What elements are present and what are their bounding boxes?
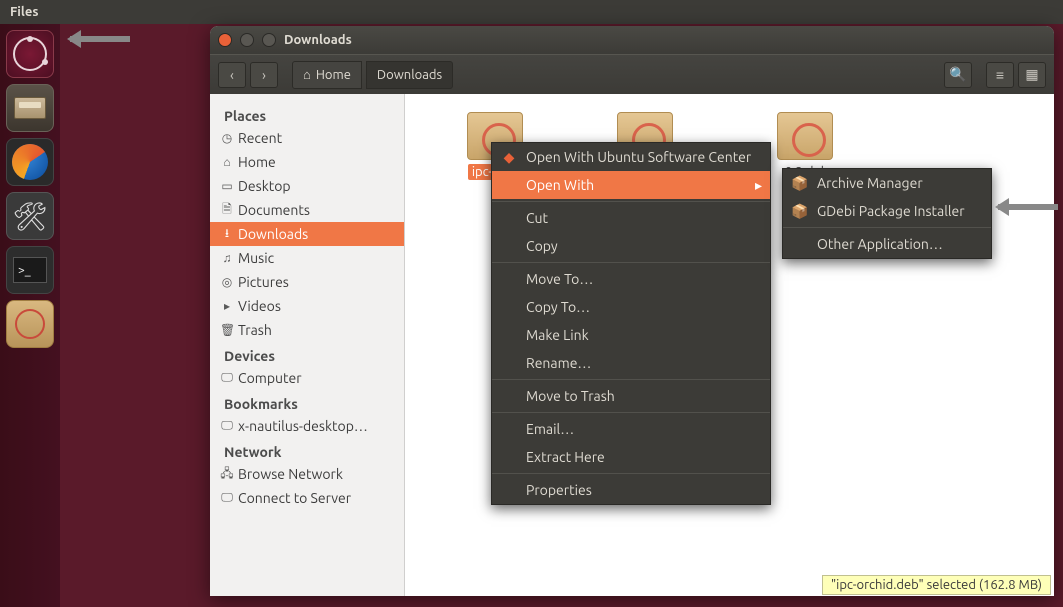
menu-separator <box>492 473 770 474</box>
sidebar-header-devices: Devices <box>210 342 404 366</box>
menu-properties[interactable]: Properties <box>492 476 770 504</box>
sidebar-item-connect-server[interactable]: 🖵Connect to Server <box>210 486 404 510</box>
submenu-other-application[interactable]: Other Application… <box>783 230 991 258</box>
terminal-icon: >_ <box>13 257 47 283</box>
ubuntu-logo-icon <box>13 37 47 71</box>
bookmark-icon: 🖵 <box>220 419 234 433</box>
menu-email[interactable]: Email… <box>492 415 770 443</box>
top-menubar: Files <box>0 0 1063 24</box>
search-button[interactable]: 🔍 <box>944 62 972 88</box>
computer-icon: 🖵 <box>220 371 234 385</box>
debian-swirl-icon <box>15 309 45 339</box>
context-menu[interactable]: ◆Open With Ubuntu Software Center Open W… <box>491 142 771 505</box>
downloads-icon: ⭳ <box>220 224 234 245</box>
menu-copy-to[interactable]: Copy To… <box>492 293 770 321</box>
window-close-button[interactable] <box>218 33 232 47</box>
deb-package-icon <box>777 112 833 160</box>
sidebar-item-videos[interactable]: ▸Videos <box>210 294 404 318</box>
menu-make-link[interactable]: Make Link <box>492 321 770 349</box>
search-icon: 🔍 <box>949 66 966 83</box>
window-maximize-button[interactable] <box>262 33 276 47</box>
nav-back-button[interactable]: ‹ <box>218 62 246 88</box>
submenu-arrow-icon: ▸ <box>755 177 762 194</box>
documents-icon: 🗎 <box>220 200 234 221</box>
sidebar-item-downloads[interactable]: ⭳Downloads <box>210 222 404 246</box>
menu-extract-here[interactable]: Extract Here <box>492 443 770 471</box>
menubar-app-label[interactable]: Files <box>10 5 38 19</box>
sidebar-header-places: Places <box>210 102 404 126</box>
network-icon: 🖧 <box>220 464 234 485</box>
gear-wrench-icon: 🛠 <box>12 200 48 233</box>
dash-button[interactable] <box>6 30 54 78</box>
submenu-archive-manager[interactable]: 📦Archive Manager <box>783 169 991 197</box>
menu-copy[interactable]: Copy <box>492 232 770 260</box>
submenu-gdebi[interactable]: 📦GDebi Package Installer <box>783 197 991 225</box>
sidebar[interactable]: Places ◷Recent ⌂Home ▭Desktop 🗎Documents… <box>210 94 405 596</box>
trash-icon: 🗑 <box>220 323 234 337</box>
menu-separator <box>492 262 770 263</box>
window-title: Downloads <box>284 33 352 47</box>
menu-separator <box>783 227 991 228</box>
status-bar: "ipc-orchid.deb" selected (162.8 MB) <box>822 575 1051 595</box>
menu-separator <box>492 412 770 413</box>
annotation-arrow-gdebi <box>998 204 1058 210</box>
recent-icon: ◷ <box>220 131 234 145</box>
launcher-package[interactable] <box>6 300 54 348</box>
path-home[interactable]: ⌂Home <box>292 61 362 89</box>
open-with-submenu[interactable]: 📦Archive Manager 📦GDebi Package Installe… <box>782 168 992 259</box>
titlebar[interactable]: Downloads <box>210 26 1054 54</box>
software-center-icon: ◆ <box>500 149 518 166</box>
menu-open-with-usc[interactable]: ◆Open With Ubuntu Software Center <box>492 143 770 171</box>
sidebar-item-bookmark[interactable]: 🖵x-nautilus-desktop… <box>210 414 404 438</box>
toolbar: ‹ › ⌂Home Downloads 🔍 ≡ ▦ <box>210 54 1054 94</box>
menu-cut[interactable]: Cut <box>492 204 770 232</box>
menu-separator <box>492 201 770 202</box>
status-text: "ipc-orchid.deb" selected (162.8 MB) <box>831 578 1042 592</box>
window-minimize-button[interactable] <box>240 33 254 47</box>
launcher-files[interactable] <box>6 84 54 132</box>
annotation-arrow-dash <box>70 36 130 42</box>
server-icon: 🖵 <box>220 491 234 505</box>
sidebar-header-bookmarks: Bookmarks <box>210 390 404 414</box>
sidebar-item-pictures[interactable]: ◎Pictures <box>210 270 404 294</box>
menu-move-to-trash[interactable]: Move to Trash <box>492 382 770 410</box>
music-icon: ♫ <box>220 251 234 265</box>
drawer-icon <box>14 97 46 119</box>
sidebar-item-trash[interactable]: 🗑Trash <box>210 318 404 342</box>
home-icon: ⌂ <box>303 67 311 82</box>
firefox-icon <box>12 144 48 180</box>
launcher-firefox[interactable] <box>6 138 54 186</box>
launcher-terminal[interactable]: >_ <box>6 246 54 294</box>
package-icon: 📦 <box>791 203 809 220</box>
view-grid-button[interactable]: ▦ <box>1018 62 1046 88</box>
menu-separator <box>492 379 770 380</box>
sidebar-item-documents[interactable]: 🗎Documents <box>210 198 404 222</box>
view-menu-button[interactable]: ≡ <box>986 62 1014 88</box>
sidebar-item-music[interactable]: ♫Music <box>210 246 404 270</box>
menu-open-with[interactable]: Open With▸ <box>492 171 770 199</box>
sidebar-item-recent[interactable]: ◷Recent <box>210 126 404 150</box>
unity-launcher: 🛠 >_ <box>0 24 60 607</box>
archive-icon: 📦 <box>791 175 809 192</box>
menu-rename[interactable]: Rename… <box>492 349 770 377</box>
sidebar-item-computer[interactable]: 🖵Computer <box>210 366 404 390</box>
sidebar-item-desktop[interactable]: ▭Desktop <box>210 174 404 198</box>
pictures-icon: ◎ <box>220 275 234 289</box>
path-current[interactable]: Downloads <box>366 61 453 89</box>
sidebar-item-home[interactable]: ⌂Home <box>210 150 404 174</box>
sidebar-item-browse-network[interactable]: 🖧Browse Network <box>210 462 404 486</box>
desktop-icon: ▭ <box>220 179 234 193</box>
videos-icon: ▸ <box>220 299 234 313</box>
nav-forward-button[interactable]: › <box>250 62 278 88</box>
sidebar-header-network: Network <box>210 438 404 462</box>
launcher-settings[interactable]: 🛠 <box>6 192 54 240</box>
home-icon: ⌂ <box>220 155 234 169</box>
menu-move-to[interactable]: Move To… <box>492 265 770 293</box>
